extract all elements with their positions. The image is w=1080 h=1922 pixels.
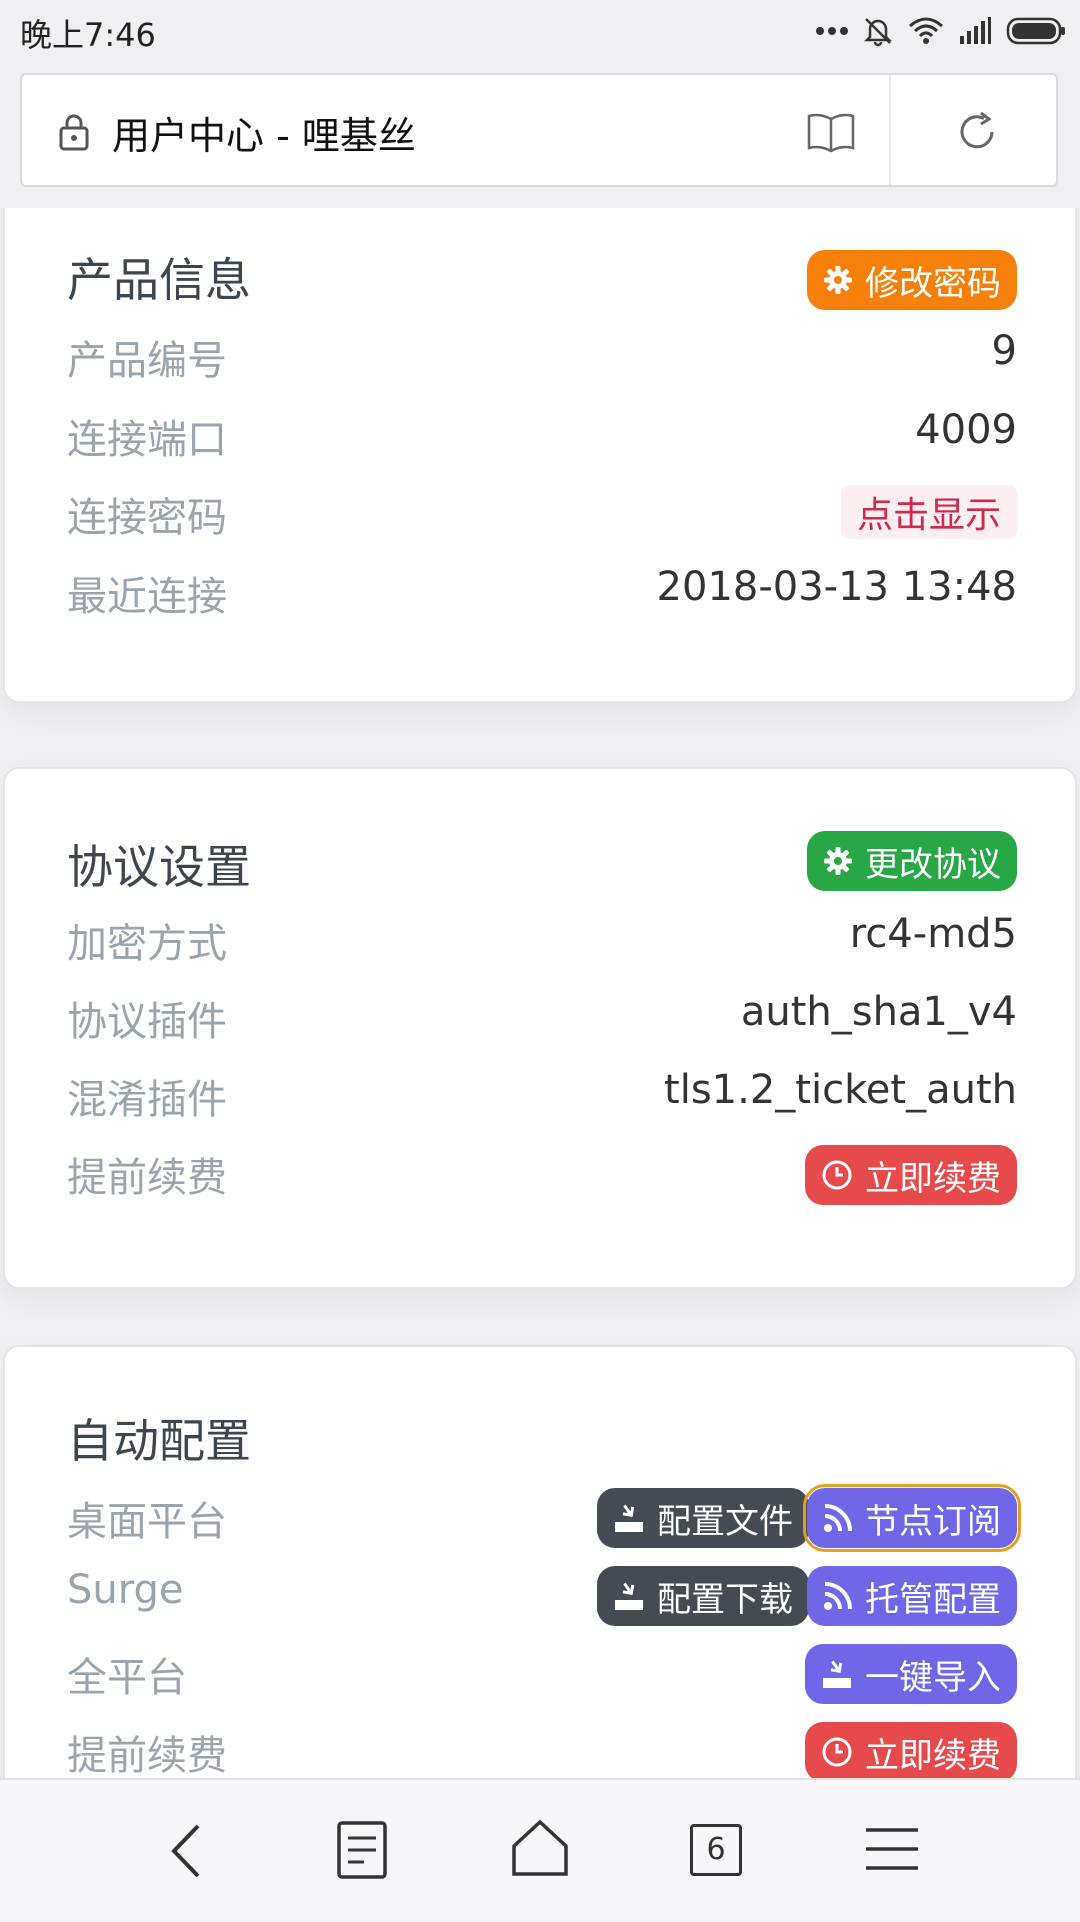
config-download-label: 配置下载	[657, 1579, 793, 1620]
card-title: 协议设置	[67, 840, 251, 894]
rss-icon	[824, 1504, 852, 1532]
change-password-button[interactable]: 修改密码	[807, 250, 1017, 310]
show-password-button[interactable]: 点击显示	[840, 485, 1017, 539]
product-id-value: 9	[991, 328, 1017, 374]
status-icons	[816, 14, 1066, 48]
renew-now-button[interactable]: 立即续费	[805, 1145, 1017, 1205]
hosted-config-label: 托管配置	[865, 1579, 1001, 1620]
renew-label: 提前续费	[67, 1155, 227, 1201]
renew-now-button[interactable]: 立即续费	[805, 1722, 1017, 1778]
status-bar: 晚上7:46	[0, 0, 1080, 62]
change-password-label: 修改密码	[865, 263, 1001, 304]
encryption-value: rc4-md5	[849, 911, 1017, 957]
browser-address-bar[interactable]: 用户中心 - 哩基丝	[20, 73, 1058, 187]
auto-config-card: 自动配置 桌面平台 配置文件 节点订阅 Surge 配置下载 托管配置 全平台 …	[3, 1345, 1077, 1778]
page-content[interactable]: 产品信息 修改密码 产品编号 9 连接端口 4009 连接密码 点击显示 最近连…	[0, 208, 1080, 1778]
last-connect-label: 最近连接	[67, 574, 227, 620]
desktop-platform-label: 桌面平台	[67, 1499, 227, 1545]
config-download-button[interactable]: 配置下载	[597, 1566, 809, 1626]
menu-icon[interactable]	[864, 1824, 920, 1874]
back-icon[interactable]	[166, 1822, 210, 1880]
product-info-card: 产品信息 修改密码 产品编号 9 连接端口 4009 连接密码 点击显示 最近连…	[3, 208, 1077, 703]
one-click-import-button[interactable]: 一键导入	[805, 1644, 1017, 1704]
battery-icon	[1006, 17, 1065, 45]
port-value: 4009	[915, 407, 1017, 453]
node-subscribe-label: 节点订阅	[865, 1501, 1001, 1542]
one-click-import-label: 一键导入	[865, 1657, 1001, 1698]
protocol-plugin-value: auth_sha1_v4	[740, 989, 1017, 1035]
last-connect-value: 2018-03-13 13:48	[656, 564, 1017, 610]
gear-icon	[824, 266, 852, 294]
change-protocol-label: 更改协议	[865, 844, 1001, 885]
wifi-icon	[909, 17, 943, 44]
tabs-button[interactable]: 6	[690, 1824, 742, 1876]
clock-icon	[822, 1160, 852, 1190]
mute-bell-icon	[863, 18, 893, 47]
obfs-plugin-value: tls1.2_ticket_auth	[664, 1067, 1017, 1113]
download-icon	[615, 1504, 643, 1532]
gear-icon	[824, 847, 852, 875]
address-bar-divider	[889, 75, 891, 185]
signal-icon	[960, 17, 991, 44]
all-platform-label: 全平台	[67, 1655, 187, 1701]
protocol-plugin-label: 协议插件	[67, 999, 227, 1045]
bookmarks-icon[interactable]	[336, 1820, 388, 1880]
rss-icon	[824, 1582, 852, 1610]
port-label: 连接端口	[67, 417, 227, 463]
config-file-label: 配置文件	[657, 1501, 793, 1542]
encryption-label: 加密方式	[67, 921, 227, 967]
node-subscribe-button[interactable]: 节点订阅	[803, 1484, 1021, 1552]
protocol-settings-card: 协议设置 更改协议 加密方式 rc4-md5 协议插件 auth_sha1_v4…	[3, 767, 1077, 1289]
card-title: 自动配置	[67, 1414, 251, 1468]
lock-icon	[59, 114, 89, 151]
home-icon[interactable]	[510, 1818, 570, 1878]
product-id-label: 产品编号	[67, 338, 227, 384]
change-protocol-button[interactable]: 更改协议	[807, 831, 1017, 891]
hosted-config-button[interactable]: 托管配置	[807, 1566, 1017, 1626]
status-time: 晚上7:46	[20, 16, 156, 54]
clock-icon	[822, 1737, 852, 1767]
tab-count: 6	[706, 1832, 726, 1867]
renew-now-label: 立即续费	[865, 1158, 1001, 1199]
download-icon	[615, 1582, 643, 1610]
card-title: 产品信息	[67, 253, 251, 307]
reload-icon[interactable]	[954, 109, 1000, 155]
more-dots-icon	[816, 27, 848, 35]
renew-label: 提前续费	[67, 1733, 227, 1778]
download-icon	[823, 1660, 851, 1688]
renew-now-label: 立即续费	[865, 1735, 1001, 1776]
config-file-button[interactable]: 配置文件	[597, 1488, 809, 1548]
reader-mode-icon[interactable]	[806, 111, 856, 153]
obfs-plugin-label: 混淆插件	[67, 1077, 227, 1123]
surge-label: Surge	[67, 1567, 184, 1613]
browser-bottom-bar: 6	[0, 1778, 1080, 1922]
page-title: 用户中心 - 哩基丝	[112, 114, 416, 158]
password-label: 连接密码	[67, 495, 227, 541]
